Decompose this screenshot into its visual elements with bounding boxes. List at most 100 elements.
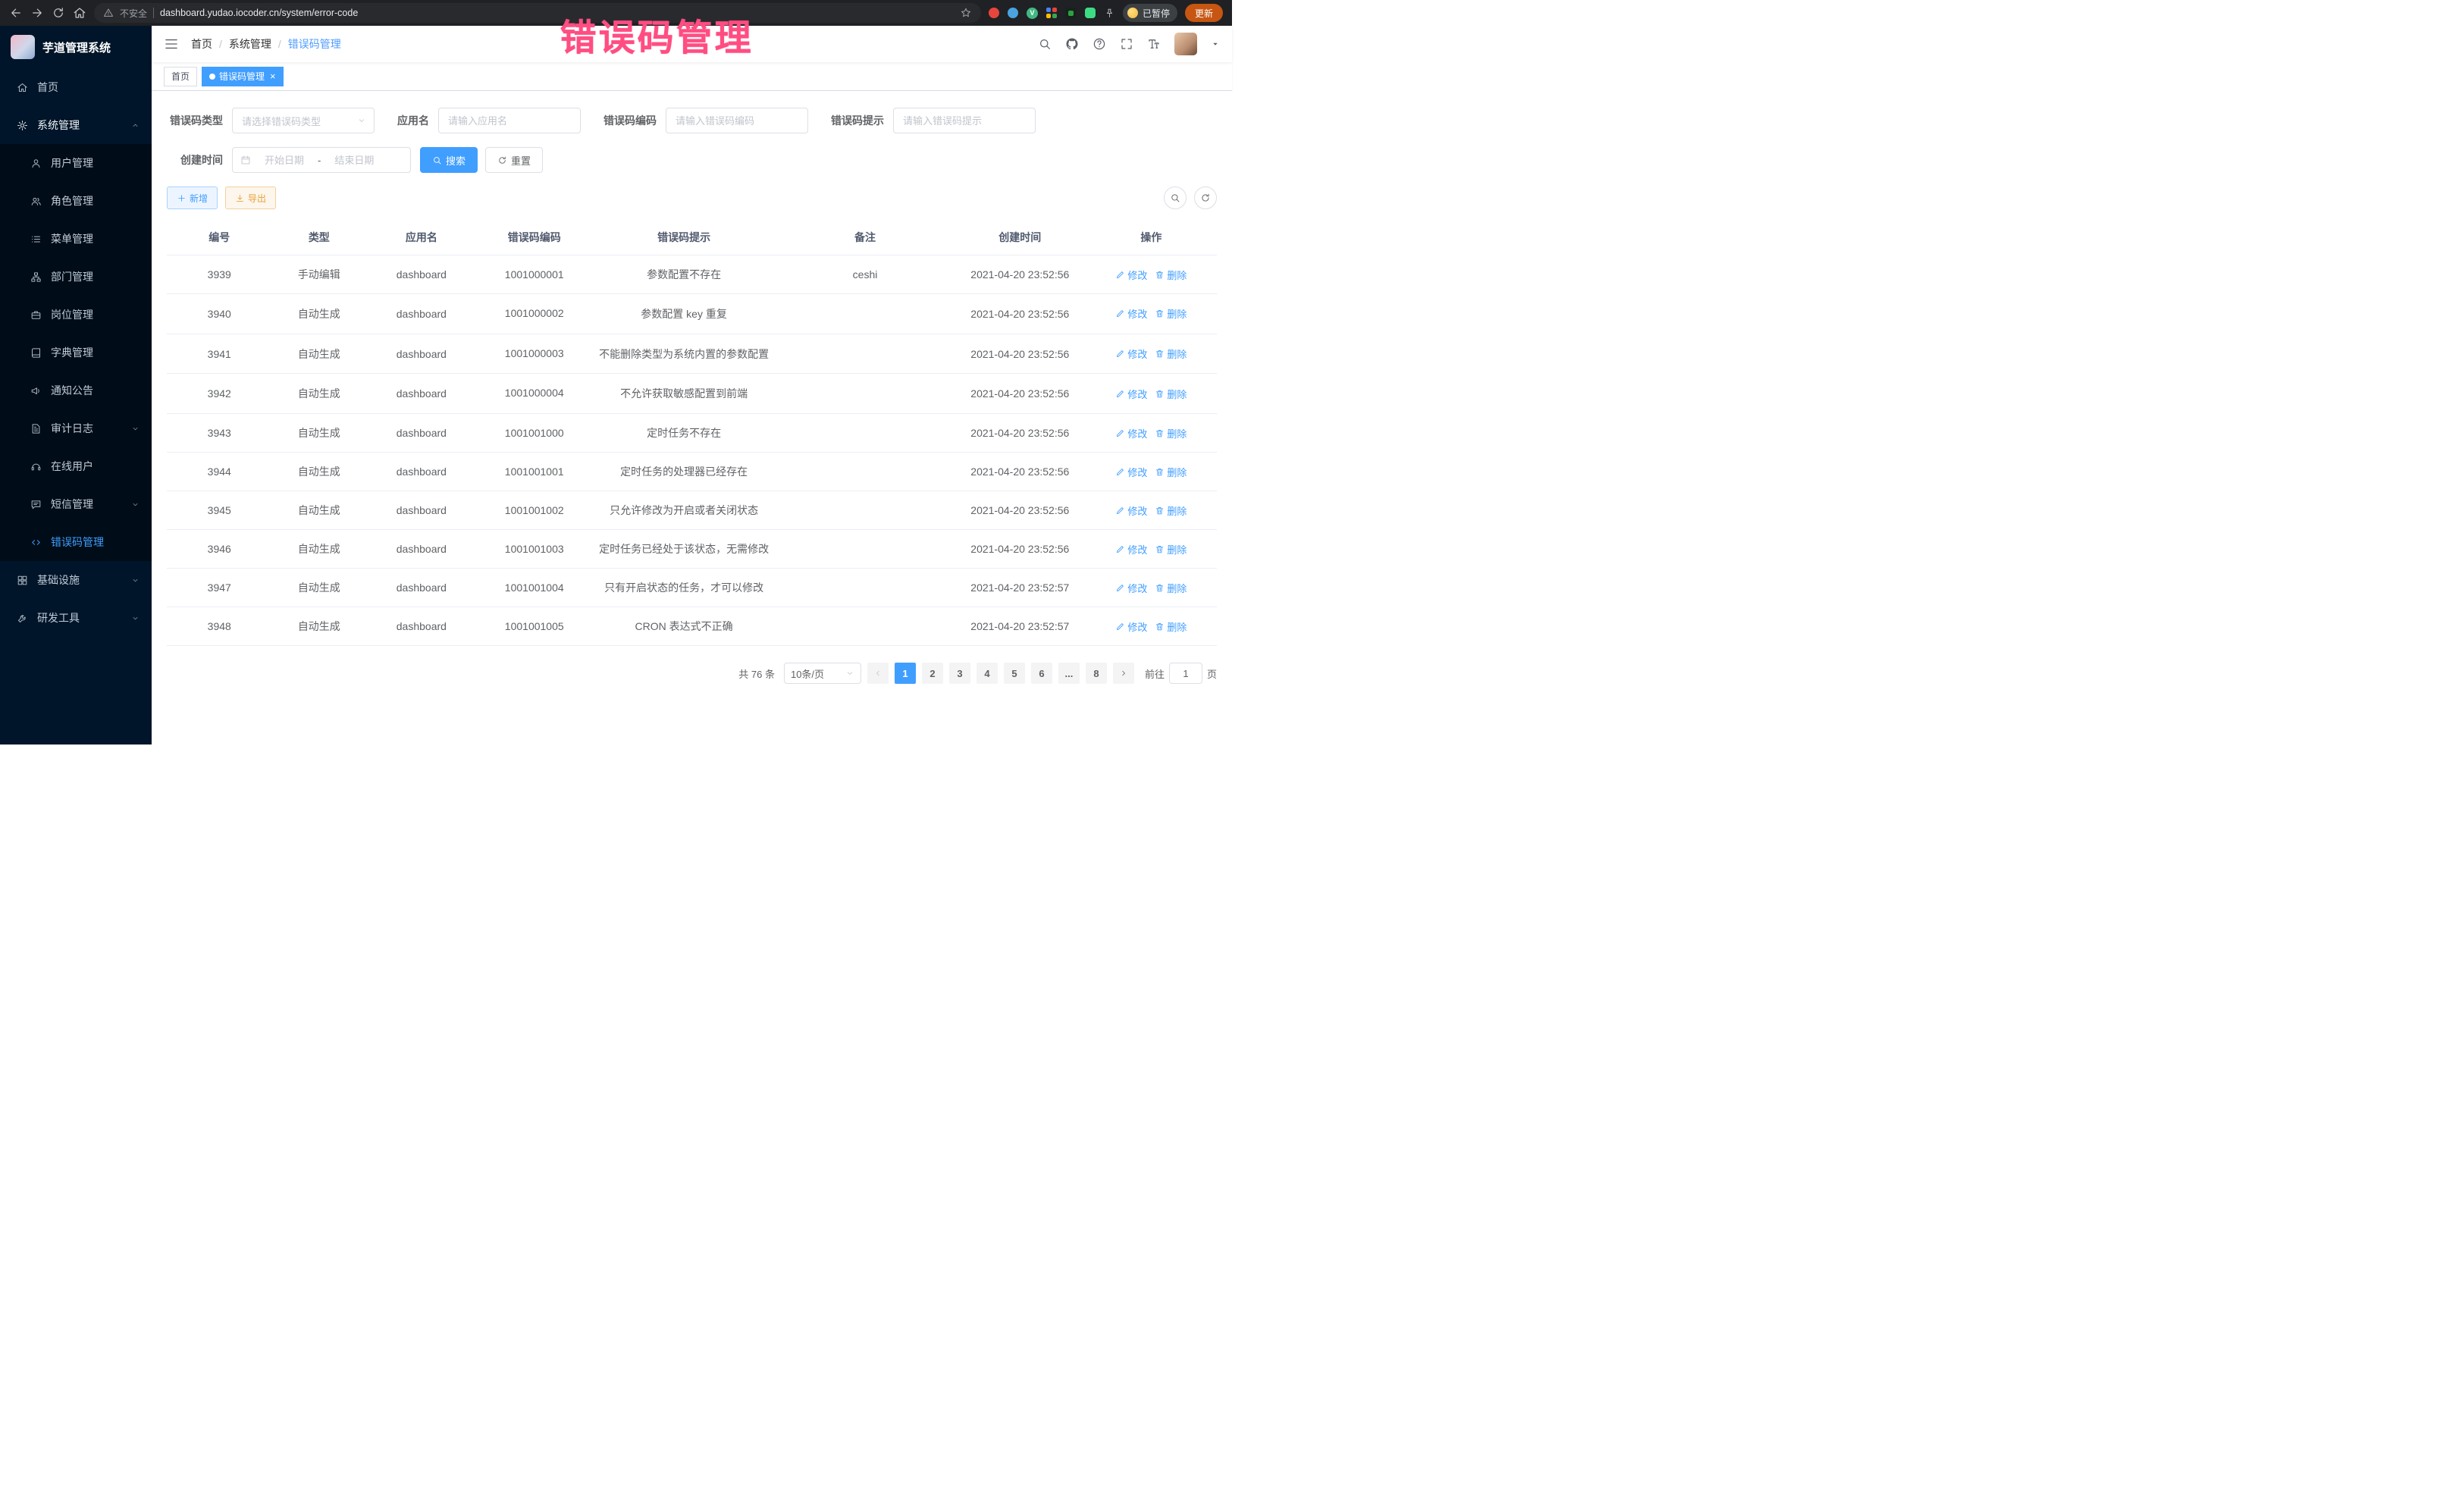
page-size-select[interactable]: 10条/页: [784, 663, 861, 684]
edit-link[interactable]: 修改: [1115, 268, 1147, 282]
browser-home-icon[interactable]: [73, 6, 86, 20]
cell-type: 自动生成: [272, 491, 367, 530]
page-button-2[interactable]: 2: [922, 663, 943, 684]
end-date-input[interactable]: [325, 155, 383, 166]
tab-1[interactable]: 错误码管理 ×: [202, 67, 284, 86]
search-icon[interactable]: [1038, 37, 1052, 51]
bookmark-star-icon[interactable]: [960, 7, 972, 19]
breadcrumb-item-2[interactable]: 错误码管理: [288, 36, 341, 52]
font-size-icon[interactable]: [1147, 37, 1161, 51]
extension-icon[interactable]: [1065, 8, 1077, 19]
delete-link[interactable]: 删除: [1155, 387, 1187, 401]
delete-link[interactable]: 删除: [1155, 426, 1187, 440]
delete-link[interactable]: 删除: [1155, 346, 1187, 361]
sidebar-item-9[interactable]: 审计日志: [0, 409, 152, 447]
page-button-4[interactable]: 4: [977, 663, 998, 684]
sidebar-item-0[interactable]: 首页: [0, 68, 152, 106]
delete-link[interactable]: 删除: [1155, 306, 1187, 321]
sidebar-item-7[interactable]: 字典管理: [0, 334, 152, 371]
help-icon[interactable]: [1092, 37, 1106, 51]
sidebar-item-5[interactable]: 部门管理: [0, 258, 152, 296]
sidebar-item-2[interactable]: 用户管理: [0, 144, 152, 182]
reload-icon[interactable]: [52, 6, 65, 20]
refresh-table-button[interactable]: [1194, 187, 1217, 209]
tab-label: 错误码管理: [219, 70, 265, 83]
fullscreen-icon[interactable]: [1120, 37, 1133, 51]
error-hint-input[interactable]: [893, 108, 1036, 133]
date-range-picker[interactable]: -: [232, 147, 411, 173]
sidebar-item-4[interactable]: 菜单管理: [0, 220, 152, 258]
sidebar-item-12[interactable]: 错误码管理: [0, 523, 152, 561]
prev-page-button[interactable]: [867, 663, 889, 684]
cell-code: 1001000004: [477, 374, 592, 414]
hamburger-icon[interactable]: [164, 36, 179, 52]
github-icon[interactable]: [1065, 37, 1079, 51]
sidebar-item-1[interactable]: 系统管理: [0, 106, 152, 144]
next-page-button[interactable]: [1113, 663, 1134, 684]
delete-link[interactable]: 删除: [1155, 542, 1187, 556]
delete-link[interactable]: 删除: [1155, 581, 1187, 595]
edit-link[interactable]: 修改: [1115, 387, 1147, 401]
edit-link[interactable]: 修改: [1115, 346, 1147, 361]
goto-label: 前往: [1145, 666, 1165, 681]
edit-link[interactable]: 修改: [1115, 619, 1147, 634]
edit-link[interactable]: 修改: [1115, 542, 1147, 556]
edit-link[interactable]: 修改: [1115, 581, 1147, 595]
error-code-input[interactable]: [666, 108, 808, 133]
more-pages-button[interactable]: ...: [1058, 663, 1080, 684]
user-avatar[interactable]: [1174, 33, 1197, 55]
cell-type: 自动生成: [272, 530, 367, 569]
sidebar-item-6[interactable]: 岗位管理: [0, 296, 152, 334]
reset-button[interactable]: 重置: [485, 147, 543, 173]
error-type-select[interactable]: 请选择错误码类型: [232, 108, 375, 133]
back-icon[interactable]: [9, 6, 23, 20]
breadcrumb-item-0[interactable]: 首页: [191, 36, 212, 52]
search-button[interactable]: 搜索: [420, 147, 478, 173]
export-button[interactable]: 导出: [225, 187, 276, 209]
tab-0[interactable]: 首页: [164, 67, 197, 86]
address-bar[interactable]: 不安全 dashboard.yudao.iocoder.cn/system/er…: [94, 3, 981, 23]
page-button-5[interactable]: 5: [1004, 663, 1025, 684]
edit-link[interactable]: 修改: [1115, 465, 1147, 479]
cell-remark: [776, 491, 954, 530]
vue-devtools-extension-icon[interactable]: V: [1027, 8, 1038, 19]
extension-icon[interactable]: [1046, 8, 1057, 18]
breadcrumb-item-1[interactable]: 系统管理: [229, 36, 271, 52]
sidebar-item-3[interactable]: 角色管理: [0, 182, 152, 220]
edit-link[interactable]: 修改: [1115, 503, 1147, 518]
add-button[interactable]: 新增: [167, 187, 218, 209]
sidebar-item-8[interactable]: 通知公告: [0, 371, 152, 409]
pin-icon[interactable]: [1104, 8, 1115, 19]
start-date-input[interactable]: [255, 155, 313, 166]
page-button-8[interactable]: 8: [1086, 663, 1107, 684]
page-button-6[interactable]: 6: [1031, 663, 1052, 684]
caret-down-icon[interactable]: [1211, 39, 1220, 49]
app-name-input[interactable]: [438, 108, 581, 133]
paused-badge[interactable]: 已暂停: [1123, 4, 1177, 22]
sidebar-item-13[interactable]: 基础设施: [0, 561, 152, 599]
delete-link[interactable]: 删除: [1155, 268, 1187, 282]
delete-link[interactable]: 删除: [1155, 503, 1187, 518]
close-icon[interactable]: ×: [270, 71, 276, 81]
delete-link[interactable]: 删除: [1155, 465, 1187, 479]
sidebar-item-label: 部门管理: [51, 269, 93, 284]
edit-link[interactable]: 修改: [1115, 306, 1147, 321]
toggle-search-button[interactable]: [1164, 187, 1187, 209]
delete-link[interactable]: 删除: [1155, 619, 1187, 634]
table-row: 3942自动生成dashboard1001000004不允许获取敏感配置到前端2…: [167, 374, 1217, 414]
sidebar-item-11[interactable]: 短信管理: [0, 485, 152, 523]
extension-icon[interactable]: [1085, 8, 1096, 18]
extension-icon[interactable]: [1008, 8, 1018, 18]
edit-link[interactable]: 修改: [1115, 426, 1147, 440]
online-user-icon: [30, 461, 42, 472]
sidebar-item-10[interactable]: 在线用户: [0, 447, 152, 485]
forward-icon[interactable]: [30, 6, 44, 20]
sidebar-item-14[interactable]: 研发工具: [0, 599, 152, 637]
app-logo[interactable]: 芋道管理系统: [0, 26, 152, 68]
page-button-1[interactable]: 1: [895, 663, 916, 684]
goto-page-input[interactable]: [1169, 663, 1202, 684]
cell-app: dashboard: [366, 334, 476, 374]
page-button-3[interactable]: 3: [949, 663, 970, 684]
extension-icon[interactable]: [989, 8, 999, 18]
update-button[interactable]: 更新: [1185, 4, 1223, 22]
